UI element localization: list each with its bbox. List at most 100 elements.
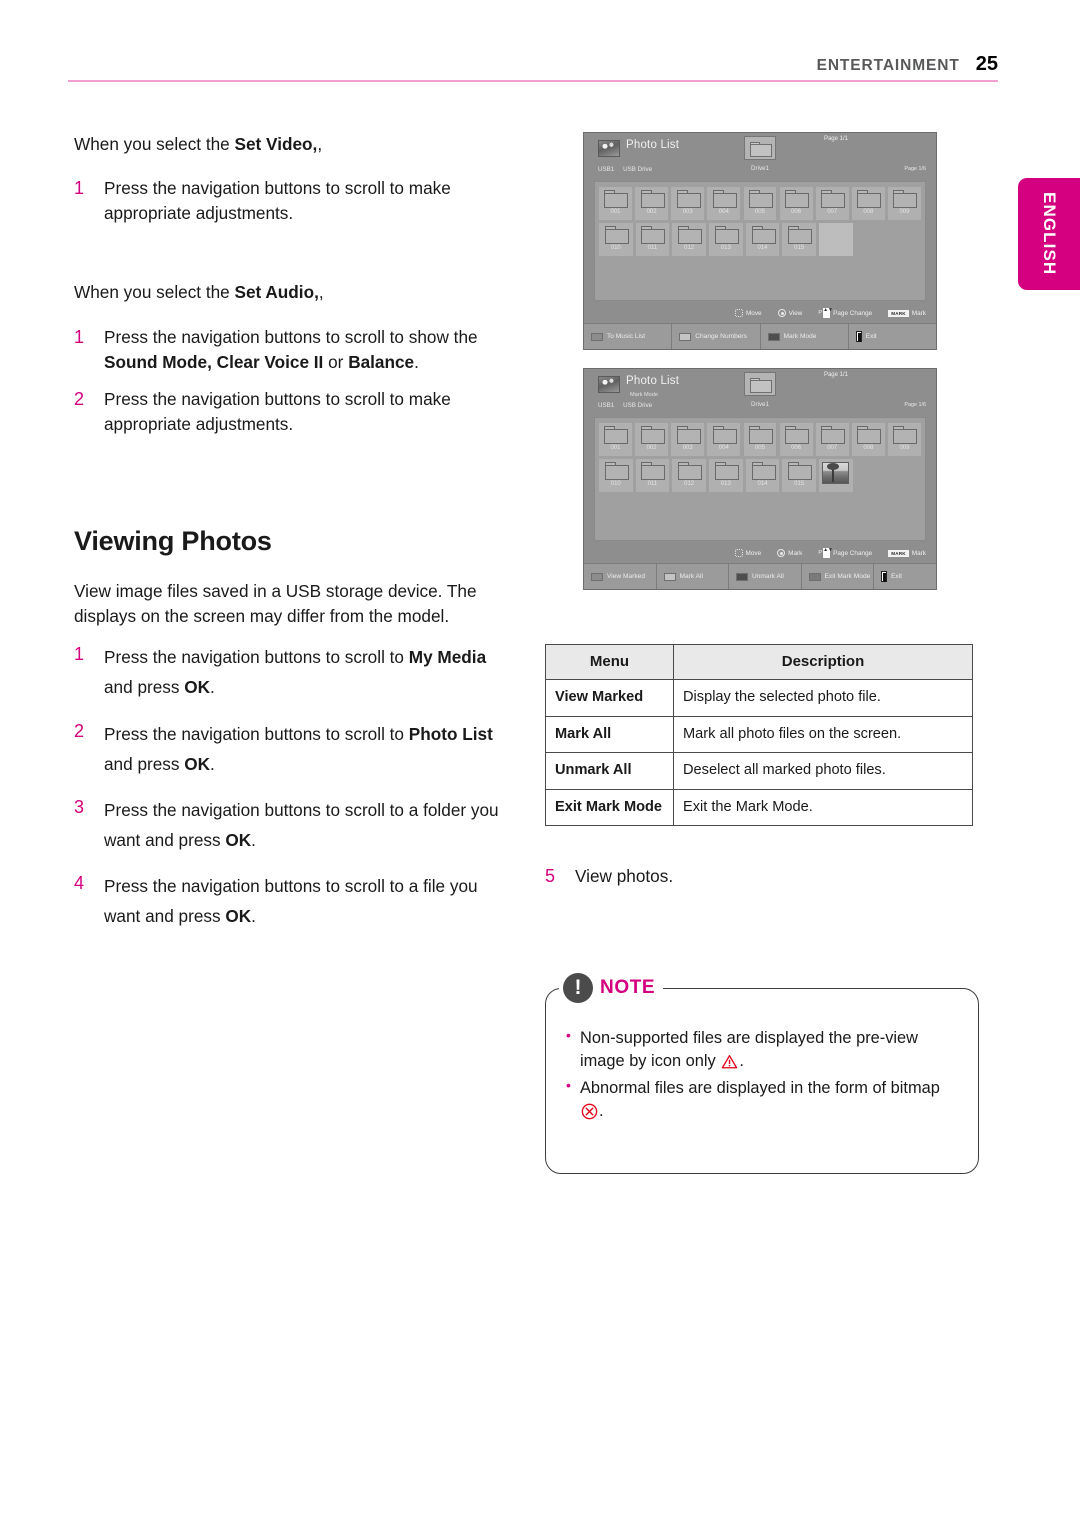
folder-cell[interactable]: 013	[709, 459, 743, 493]
note-text: .	[739, 1051, 744, 1070]
updown-arrows: ▲▼	[823, 308, 833, 318]
folder-cell[interactable]: 011	[635, 223, 670, 257]
step-text-bold: My Media	[408, 647, 487, 668]
folder-label: 015	[794, 481, 805, 488]
folder-cell[interactable]: 009	[888, 423, 921, 456]
tv-source-name: USB Drive	[623, 166, 653, 173]
photo-thumbnail-cell[interactable]	[819, 459, 853, 493]
folder-cell[interactable]: 006	[779, 423, 813, 456]
set-audio-steps: 1 Press the navigation buttons to scroll…	[74, 325, 514, 437]
folder-cell[interactable]: 015	[782, 459, 816, 493]
note-box: Non-supported files are displayed the pr…	[545, 987, 979, 1174]
folder-row: 001 002 003 004 005 006 007 008 009	[599, 187, 921, 220]
folder-cell[interactable]: 010	[599, 223, 633, 257]
folder-label: 002	[646, 445, 657, 451]
folder-label: 012	[684, 245, 695, 252]
page-header: ENTERTAINMENT 25	[68, 38, 998, 82]
column-header-menu: Menu	[545, 644, 674, 680]
tv-source-port: USB1	[598, 402, 615, 409]
folder-icon	[751, 226, 776, 244]
folder-cell[interactable]: 003	[671, 187, 705, 220]
photo-steps: 1 Press the navigation buttons to scroll…	[74, 642, 514, 931]
folder-cell[interactable]: 011	[635, 459, 670, 493]
table-cell-description: Exit the Mark Mode.	[673, 788, 973, 826]
step-text-bold: Photo List	[408, 723, 493, 744]
folder-cell[interactable]: 007	[815, 423, 849, 456]
step-text: Press the navigation buttons to scroll t…	[104, 642, 514, 702]
set-audio-intro-bold: Set Audio,	[234, 282, 319, 303]
drive-folder-button[interactable]	[744, 136, 776, 160]
folder-cell[interactable]: 012	[672, 459, 706, 493]
folder-cell[interactable]: 002	[635, 187, 669, 220]
step-text: Press the navigation buttons to scroll t…	[104, 388, 451, 434]
note-text: Non-supported files are displayed the pr…	[580, 1028, 919, 1070]
left-column: When you select the Set Video,, 1 Press …	[74, 132, 514, 947]
tv-header: Photo List USB1 USB Drive Drive1 Page 1/1…	[584, 133, 936, 181]
folder-label: 005	[754, 445, 765, 451]
folder-cell[interactable]: 004	[707, 187, 741, 220]
page-indicator-right: Page 1/6	[904, 402, 926, 408]
folder-cell[interactable]: 004	[707, 423, 741, 456]
folder-label: 004	[718, 445, 729, 451]
note-list-item: Non-supported files are displayed the pr…	[564, 1026, 960, 1074]
folder-cell[interactable]: 005	[743, 187, 777, 220]
folder-cell[interactable]: 007	[815, 187, 849, 220]
folder-cell[interactable]: 014	[745, 223, 780, 257]
folder-cell[interactable]: 012	[672, 223, 706, 257]
step-text-part: and press	[104, 677, 185, 698]
footer-button-exit-mark-mode[interactable]: Exit Mark Mode	[801, 564, 874, 589]
folder-icon	[751, 462, 776, 480]
footer-button-unmark-all[interactable]: Unmark All	[729, 564, 802, 589]
step-text-bold: OK	[184, 677, 211, 698]
folder-cell[interactable]: 015	[782, 223, 816, 257]
folder-cell[interactable]: 010	[599, 459, 633, 493]
footer-button-exit[interactable]: Exit	[848, 324, 936, 349]
set-video-steps: 1 Press the navigation buttons to scroll…	[74, 176, 514, 226]
folder-cell[interactable]: 014	[745, 459, 780, 493]
step-number: 4	[74, 872, 85, 893]
hint-label: Mark	[911, 549, 926, 557]
footer-button-view-marked[interactable]: View Marked	[584, 564, 657, 589]
footer-button-to-music-list[interactable]: To Music List	[584, 324, 673, 349]
exit-key-icon	[855, 331, 862, 342]
footer-button-label: Mark Mode	[783, 333, 817, 340]
tv-footer-bar: View Marked Mark All Unmark All Exit Mar…	[584, 563, 936, 589]
hint-view: View	[777, 309, 802, 317]
table-cell-description: Deselect all marked photo files.	[673, 752, 973, 790]
photo-list-icon	[598, 376, 620, 393]
section-title: Viewing Photos	[74, 526, 272, 557]
footer-button-change-numbers[interactable]: Change Numbers	[672, 324, 761, 349]
footer-button-label: Exit Mark Mode	[824, 573, 871, 580]
footer-button-mark-mode[interactable]: Mark Mode	[760, 324, 849, 349]
right-column: Photo List USB1 USB Drive Drive1 Page 1/1…	[545, 132, 985, 1174]
folder-row: 010 011 012 013 014 015	[599, 459, 921, 493]
folder-cell[interactable]: 013	[709, 223, 743, 257]
folder-cell[interactable]: 001	[599, 187, 632, 220]
folder-cell[interactable]: 009	[888, 187, 921, 220]
folder-label: 006	[791, 209, 802, 215]
step-text-bold: Balance	[348, 351, 415, 372]
footer-button-exit[interactable]: Exit	[874, 564, 936, 589]
folder-cell[interactable]: 005	[743, 423, 777, 456]
page-prefix: P	[818, 310, 823, 316]
folder-cell[interactable]: 003	[671, 423, 705, 456]
folder-label: 008	[863, 445, 874, 451]
photo-list-screenshot: Photo List USB1 USB Drive Drive1 Page 1/1…	[583, 132, 937, 350]
mark-key-icon: MARK	[888, 549, 909, 557]
folder-cell[interactable]: 008	[851, 423, 885, 456]
footer-button-label: Exit	[865, 333, 877, 340]
folder-cell[interactable]: 002	[635, 423, 669, 456]
folder-label: 012	[684, 481, 695, 488]
folder-cell[interactable]: 001	[599, 423, 632, 456]
folder-grid: 001 002 003 004 005 006 007 008 009 010 …	[594, 181, 926, 301]
set-video-intro-prefix: When you select the	[74, 134, 235, 154]
footer-button-mark-all[interactable]: Mark All	[656, 564, 729, 589]
hint-page-change: P ▲▼ Page Change	[818, 548, 872, 558]
folder-cell[interactable]: 008	[851, 187, 885, 220]
table-cell-description: Mark all photo files on the screen.	[673, 715, 973, 753]
menu-description-table: Menu Description View Marked Display the…	[545, 644, 973, 826]
drive-folder-button[interactable]	[744, 372, 776, 396]
folder-cell[interactable]: 006	[779, 187, 813, 220]
page-updown-icon: P ▲▼	[818, 548, 833, 558]
folder-label: 013	[720, 245, 731, 252]
